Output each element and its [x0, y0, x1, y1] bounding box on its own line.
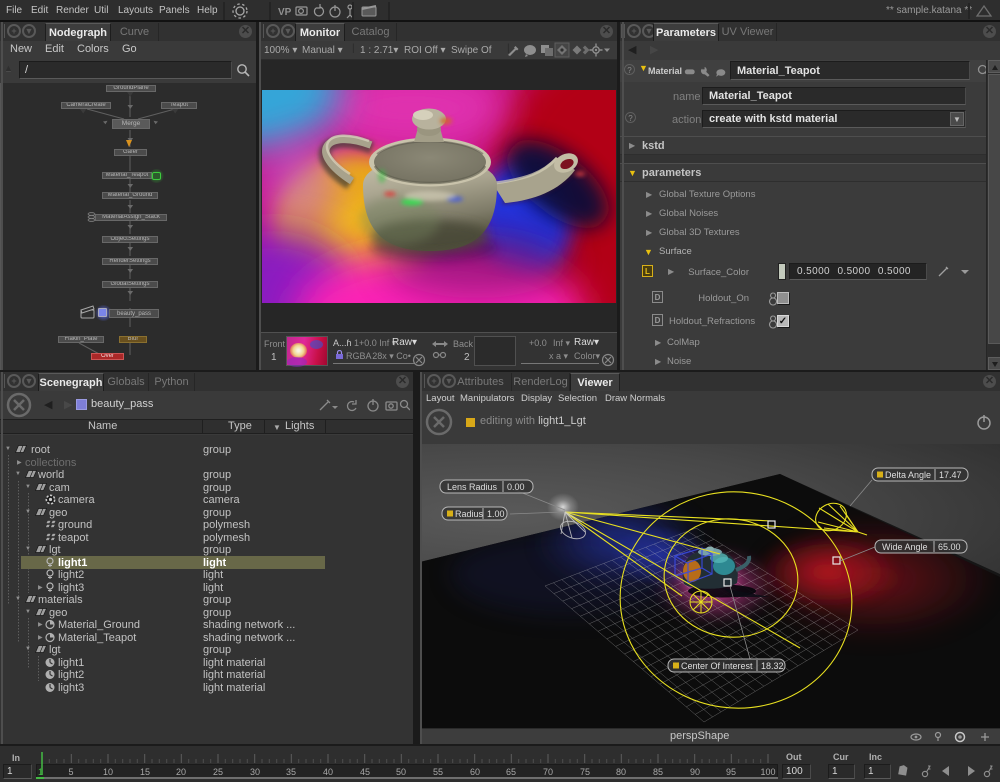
svg-text:1.00: 1.00 — [487, 509, 505, 519]
svg-text:65.00: 65.00 — [938, 542, 961, 552]
svg-text:0.00: 0.00 — [507, 482, 525, 492]
svg-text:Center Of Interest: Center Of Interest — [681, 661, 753, 671]
svg-text:Wide Angle: Wide Angle — [882, 542, 928, 552]
svg-text:VP: VP — [278, 7, 292, 18]
svg-text:Delta Angle: Delta Angle — [885, 470, 931, 480]
svg-text:Lens Radius: Lens Radius — [447, 482, 498, 492]
svg-text:Radius: Radius — [455, 509, 484, 519]
svg-text:17.47: 17.47 — [939, 470, 962, 480]
svg-text:18.32: 18.32 — [761, 661, 784, 671]
